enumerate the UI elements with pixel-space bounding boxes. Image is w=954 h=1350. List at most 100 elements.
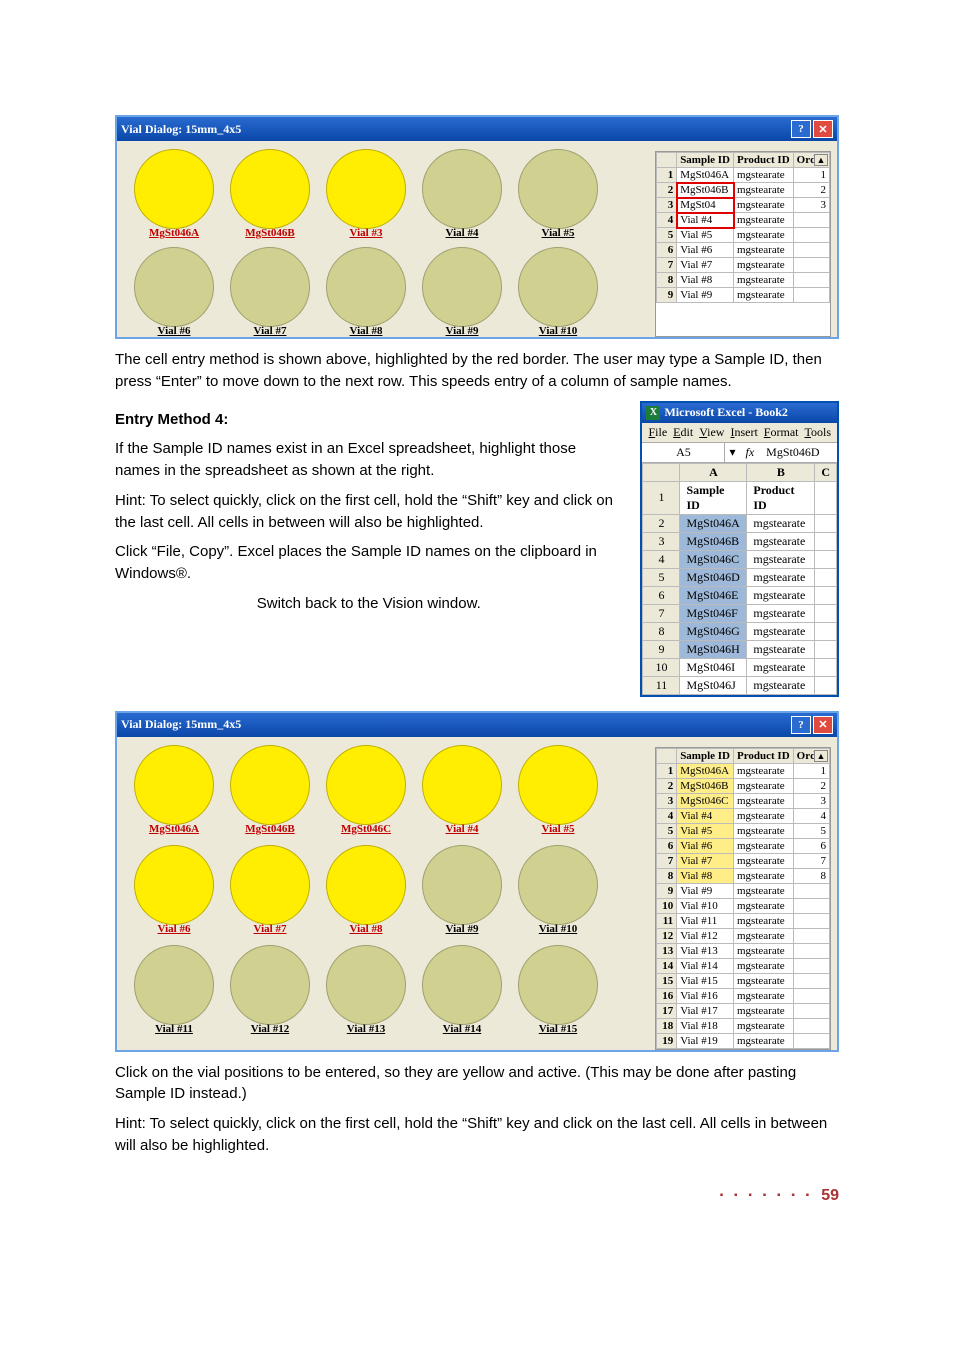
cell[interactable] xyxy=(793,228,829,243)
cell[interactable] xyxy=(815,514,837,532)
cell[interactable]: mgstearate xyxy=(734,168,794,183)
sample-grid[interactable]: ▲ Sample IDProduct IDOrder1MgSt046Amgste… xyxy=(655,747,831,1050)
cell[interactable]: MgSt04 xyxy=(677,198,734,213)
cell[interactable]: mgstearate xyxy=(734,1018,794,1033)
cell[interactable]: 10 xyxy=(657,898,677,913)
vial[interactable]: Vial #7 xyxy=(227,247,313,337)
vial[interactable]: Vial #4 xyxy=(419,745,505,835)
excel-formula-bar[interactable]: A5 ▾ fx MgSt046D xyxy=(642,442,837,463)
vial[interactable]: Vial #10 xyxy=(515,845,601,935)
cell[interactable] xyxy=(815,568,837,586)
column-header[interactable] xyxy=(657,153,677,168)
vial[interactable]: Vial #6 xyxy=(131,247,217,337)
cell[interactable]: MgSt046H xyxy=(680,640,747,658)
cell[interactable]: 5 xyxy=(657,228,677,243)
cell[interactable]: mgstearate xyxy=(734,838,794,853)
vial-circle[interactable] xyxy=(134,745,214,825)
cell[interactable]: 2 xyxy=(657,183,677,198)
cell[interactable]: Vial #9 xyxy=(677,883,734,898)
vial-circle[interactable] xyxy=(134,845,214,925)
cell[interactable]: 12 xyxy=(657,928,677,943)
menu-item[interactable]: File xyxy=(648,425,667,440)
vial-circle[interactable] xyxy=(518,149,598,229)
sample-grid[interactable]: ▲ Sample IDProduct IDOrder1MgSt046Amgste… xyxy=(655,151,831,337)
table-row[interactable]: 6MgSt046Emgstearate xyxy=(643,586,837,604)
cell[interactable]: 18 xyxy=(657,1018,677,1033)
cell[interactable]: Vial #7 xyxy=(677,258,734,273)
vial-circle[interactable] xyxy=(422,745,502,825)
vial[interactable]: MgSt046B xyxy=(227,745,313,835)
table-row[interactable]: 5Vial #5mgstearate5 xyxy=(657,823,830,838)
column-header[interactable]: A xyxy=(680,463,747,481)
vial[interactable]: Vial #4 xyxy=(419,149,505,239)
table-row[interactable]: 1Sample IDProduct ID xyxy=(643,481,837,514)
cell[interactable]: Vial #6 xyxy=(677,838,734,853)
table-row[interactable]: 6Vial #6mgstearate xyxy=(657,243,830,258)
row-number[interactable]: 6 xyxy=(643,586,680,604)
cell[interactable]: 2 xyxy=(657,778,677,793)
help-button[interactable]: ? xyxy=(791,716,811,734)
cell[interactable]: MgSt046C xyxy=(680,550,747,568)
cell[interactable]: MgSt046J xyxy=(680,676,747,694)
vial-circle[interactable] xyxy=(422,247,502,327)
excel-menubar[interactable]: FileEditViewInsertFormatTools xyxy=(642,423,837,442)
cell[interactable]: MgSt046I xyxy=(680,658,747,676)
cell[interactable]: MgSt046B xyxy=(677,778,734,793)
help-button[interactable]: ? xyxy=(791,120,811,138)
scroll-up-icon[interactable]: ▲ xyxy=(814,154,828,166)
cell[interactable]: Vial #11 xyxy=(677,913,734,928)
titlebar[interactable]: Vial Dialog: 15mm_4x5 ? ✕ xyxy=(117,713,837,737)
cell[interactable] xyxy=(793,928,829,943)
cell[interactable]: mgstearate xyxy=(734,958,794,973)
cell[interactable]: 13 xyxy=(657,943,677,958)
cell[interactable]: mgstearate xyxy=(747,568,815,586)
vial-circle[interactable] xyxy=(230,945,310,1025)
row-number[interactable]: 4 xyxy=(643,550,680,568)
cell[interactable]: Vial #17 xyxy=(677,1003,734,1018)
cell[interactable]: mgstearate xyxy=(734,228,794,243)
cell[interactable] xyxy=(793,898,829,913)
close-button[interactable]: ✕ xyxy=(813,120,833,138)
cell[interactable]: mgstearate xyxy=(734,898,794,913)
cell[interactable]: MgSt046C xyxy=(677,793,734,808)
column-header[interactable]: Sample ID xyxy=(677,748,734,763)
cell[interactable]: mgstearate xyxy=(747,532,815,550)
column-header[interactable]: Product ID xyxy=(734,153,794,168)
titlebar[interactable]: Vial Dialog: 15mm_4x5 ? ✕ xyxy=(117,117,837,141)
cell[interactable]: Vial #16 xyxy=(677,988,734,1003)
vial[interactable]: Vial #11 xyxy=(131,945,217,1035)
cell[interactable]: mgstearate xyxy=(747,550,815,568)
menu-item[interactable]: Tools xyxy=(804,425,831,440)
vial[interactable]: MgSt046A xyxy=(131,745,217,835)
vial-circle[interactable] xyxy=(230,247,310,327)
cell[interactable]: mgstearate xyxy=(734,793,794,808)
table-row[interactable]: 10Vial #10mgstearate xyxy=(657,898,830,913)
cell[interactable]: MgSt046G xyxy=(680,622,747,640)
cell[interactable]: 17 xyxy=(657,1003,677,1018)
vial[interactable]: Vial #12 xyxy=(227,945,313,1035)
vial-circle[interactable] xyxy=(422,945,502,1025)
cell[interactable] xyxy=(793,958,829,973)
table-row[interactable]: 13Vial #13mgstearate xyxy=(657,943,830,958)
cell[interactable]: Product ID xyxy=(747,481,815,514)
cell[interactable]: MgSt046A xyxy=(680,514,747,532)
row-number[interactable]: 7 xyxy=(643,604,680,622)
vial[interactable]: Vial #9 xyxy=(419,247,505,337)
cell[interactable]: mgstearate xyxy=(747,640,815,658)
cell[interactable] xyxy=(793,273,829,288)
cell[interactable]: mgstearate xyxy=(734,1033,794,1048)
cell[interactable]: 6 xyxy=(657,243,677,258)
table-row[interactable]: 9MgSt046Hmgstearate xyxy=(643,640,837,658)
table-row[interactable]: 3MgSt04mgstearate3 xyxy=(657,198,830,213)
menu-item[interactable]: Edit xyxy=(673,425,693,440)
cell[interactable]: 4 xyxy=(657,808,677,823)
cell[interactable]: mgstearate xyxy=(734,973,794,988)
row-number[interactable]: 11 xyxy=(643,676,680,694)
table-row[interactable]: 6Vial #6mgstearate6 xyxy=(657,838,830,853)
cell[interactable] xyxy=(815,658,837,676)
cell[interactable]: MgSt046D xyxy=(680,568,747,586)
cell[interactable]: 4 xyxy=(793,808,829,823)
cell[interactable]: Vial #8 xyxy=(677,868,734,883)
cell[interactable]: mgstearate xyxy=(734,1003,794,1018)
cell[interactable]: 8 xyxy=(657,868,677,883)
